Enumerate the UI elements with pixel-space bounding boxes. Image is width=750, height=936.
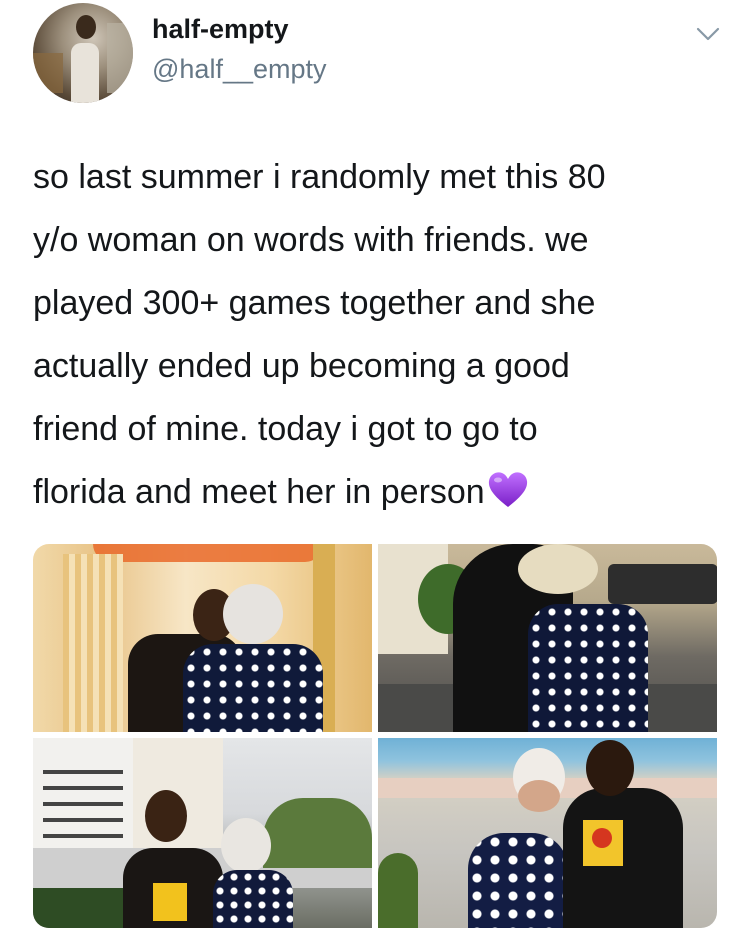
tweet-text-line: friend of mine. today i got to go to: [33, 410, 538, 448]
chevron-down-icon[interactable]: [694, 24, 722, 44]
tweet-text-line-last: florida and meet her in person: [33, 461, 723, 524]
tweet-text-line: actually ended up becoming a good: [33, 347, 570, 385]
avatar-background-right: [107, 23, 133, 93]
tweet-text-line: so last summer i randomly met this 80: [33, 158, 606, 196]
photo-beach[interactable]: [378, 738, 717, 928]
tweet-card: half-empty @half__empty so last summer i…: [0, 0, 750, 936]
purple-heart-icon: [488, 472, 527, 507]
photo-parking-lot[interactable]: [33, 738, 372, 928]
display-name[interactable]: half-empty: [152, 14, 289, 45]
user-handle[interactable]: @half__empty: [152, 54, 327, 85]
avatar-person-head: [76, 15, 96, 39]
avatar[interactable]: [33, 3, 133, 103]
tweet-text-line: y/o woman on words with friends. we: [33, 221, 589, 259]
photo-hug-outdoors[interactable]: [378, 544, 717, 732]
tweet-text: so last summer i randomly met this 80 y/…: [33, 146, 723, 524]
photo-hug-lobby[interactable]: [33, 544, 372, 732]
tweet-text-line: played 300+ games together and she: [33, 284, 596, 322]
tweet-text-line: florida and meet her in person: [33, 473, 485, 511]
avatar-background: [33, 53, 63, 93]
avatar-person-body: [71, 43, 99, 103]
